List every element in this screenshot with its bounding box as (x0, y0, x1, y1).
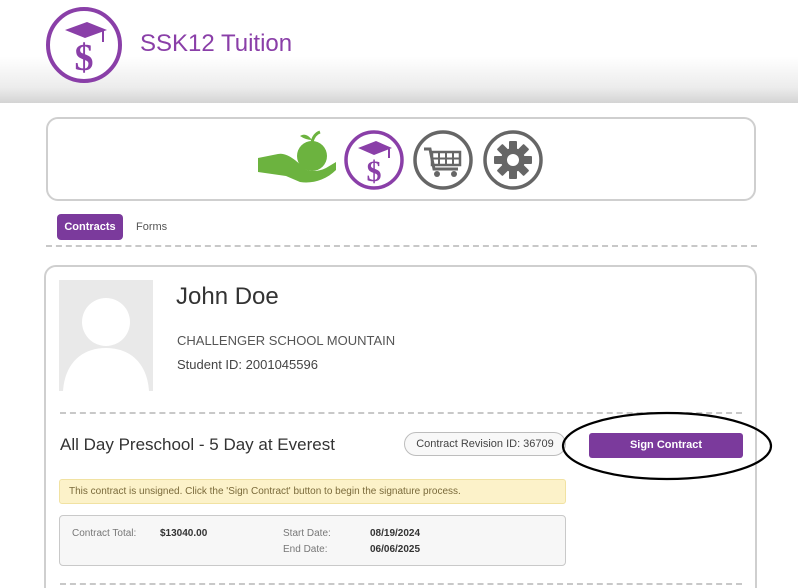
app-header: $ SSK12 Tuition (0, 0, 798, 103)
shopping-cart-icon[interactable] (412, 129, 474, 191)
student-name: John Doe (176, 283, 279, 310)
gear-icon[interactable] (482, 129, 544, 191)
end-date-label: End Date: (283, 544, 328, 555)
total-label: Contract Total: (72, 528, 137, 539)
avatar (59, 280, 153, 391)
divider (60, 583, 742, 585)
highlight-annotation (561, 411, 773, 481)
program-title: All Day Preschool - 5 Day at Everest (60, 435, 335, 454)
svg-text:$: $ (367, 155, 382, 188)
svg-text:$: $ (75, 37, 94, 79)
app-title: SSK12 Tuition (140, 30, 293, 57)
total-value: $13040.00 (160, 528, 208, 539)
student-id: Student ID: 2001045596 (177, 357, 318, 372)
end-date-value: 06/06/2025 (370, 544, 421, 555)
tuition-dollar-icon[interactable]: $ (343, 129, 405, 191)
unsigned-alert: This contract is unsigned. Click the 'Si… (59, 479, 566, 504)
start-date-label: Start Date: (283, 528, 331, 539)
divider (46, 245, 757, 247)
ssk12-logo-icon: $ (46, 7, 122, 83)
contract-summary: Contract Total: $13040.00 Start Date: 08… (59, 515, 566, 566)
apple-hand-icon[interactable] (256, 130, 336, 186)
user-placeholder-icon (63, 298, 149, 391)
start-date-value: 08/19/2024 (370, 528, 421, 539)
tab-contracts[interactable]: Contracts (57, 214, 123, 240)
contract-revision-badge: Contract Revision ID: 36709 (404, 432, 566, 456)
school-name: CHALLENGER SCHOOL MOUNTAIN (177, 333, 396, 348)
tab-forms[interactable]: Forms (136, 221, 167, 233)
